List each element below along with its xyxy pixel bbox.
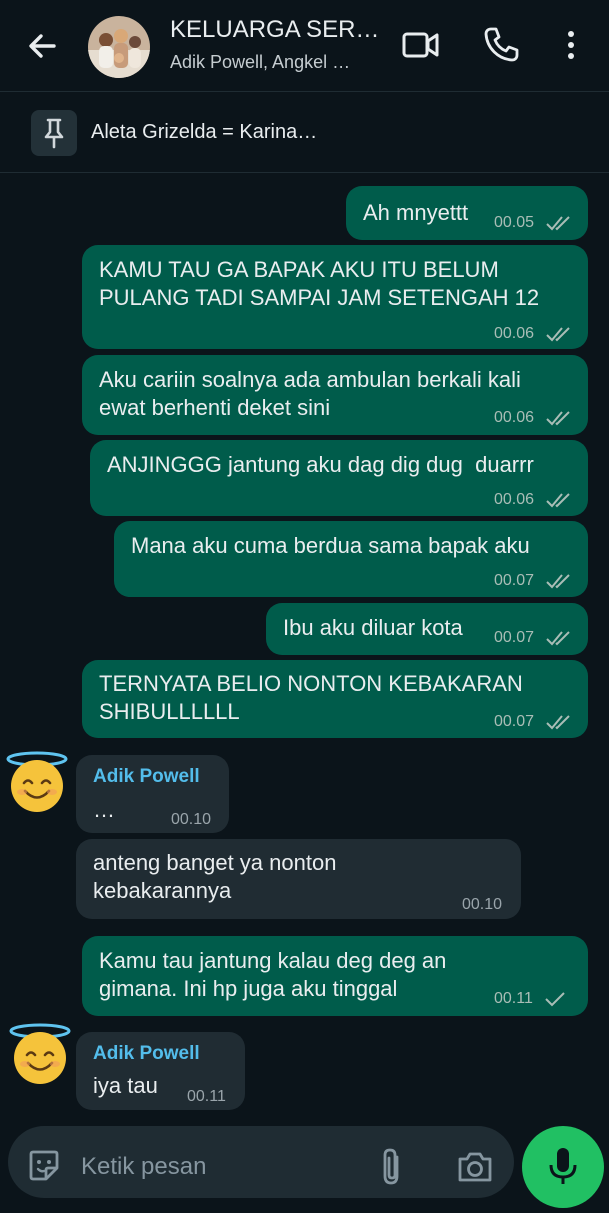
message-text-line: kebakarannya	[93, 878, 232, 903]
message-bubble-outgoing[interactable]: ANJINGGG jantung aku dag dig dug duarrr …	[90, 440, 588, 516]
read-ticks-icon	[546, 327, 570, 342]
message-text-line: TERNYATA BELIO NONTON KEBAKARAN	[99, 671, 523, 696]
header-divider	[0, 91, 609, 92]
smiling-angel-face-icon[interactable]	[8, 1022, 72, 1086]
read-ticks-icon	[546, 216, 570, 231]
message-bubble-outgoing[interactable]: Kamu tau jantung kalau deg deg an gimana…	[82, 936, 588, 1016]
message-text-line: ewat berhenti deket sini	[99, 395, 331, 420]
sender-name[interactable]: Adik Powell	[93, 1043, 200, 1065]
message-time: 00.06	[494, 491, 535, 508]
mic-button[interactable]	[522, 1126, 604, 1208]
message-text: Ah mnyettt	[363, 200, 469, 225]
message-text-line: Kamu tau jantung kalau deg deg an	[99, 948, 447, 973]
message-text: ANJINGGG jantung aku dag dig dug duarrr	[107, 452, 534, 477]
message-text: …	[93, 797, 115, 822]
message-bubble-outgoing[interactable]: Aku cariin soalnya ada ambulan berkali k…	[82, 355, 588, 435]
message-text: Mana aku cuma berdua sama bapak aku	[131, 533, 530, 558]
message-time: 00.07	[494, 572, 535, 589]
message-time: 00.07	[494, 629, 535, 646]
sender-name[interactable]: Adik Powell	[93, 766, 200, 788]
message-bubble-outgoing[interactable]: KAMU TAU GA BAPAK AKU ITU BELUM PULANG T…	[82, 245, 588, 349]
message-text: iya tau	[93, 1073, 158, 1098]
message-input[interactable]: Ketik pesan	[81, 1153, 206, 1181]
phone-icon[interactable]	[479, 23, 523, 67]
mic-icon	[549, 1148, 577, 1184]
read-ticks-icon	[546, 631, 570, 646]
message-bubble-incoming[interactable]: anteng banget ya nonton kebakarannya 00.…	[76, 839, 521, 919]
more-vert-icon[interactable]	[549, 23, 593, 67]
message-time: 00.06	[494, 325, 535, 342]
message-text-line: gimana. Ini hp juga aku tinggal	[99, 976, 398, 1001]
smiling-angel-face-icon[interactable]	[5, 750, 69, 814]
message-bubble-incoming[interactable]: Adik Powell iya tau 00.11	[76, 1032, 245, 1110]
message-bubble-outgoing[interactable]: TERNYATA BELIO NONTON KEBAKARAN SHIBULLL…	[82, 660, 588, 738]
chat-title[interactable]: KELUARGA SER…	[170, 16, 379, 44]
message-text-line: anteng banget ya nonton	[93, 850, 337, 875]
message-time: 00.10	[462, 896, 503, 913]
message-text-line: Aku cariin soalnya ada ambulan berkali k…	[99, 367, 521, 392]
message-time: 00.07	[494, 713, 535, 730]
sent-tick-icon	[545, 992, 565, 1007]
camera-icon[interactable]	[454, 1146, 496, 1188]
message-bubble-outgoing[interactable]: Mana aku cuma berdua sama bapak aku 00.0…	[114, 521, 588, 597]
video-call-icon[interactable]	[399, 23, 443, 67]
message-bubble-outgoing[interactable]: Ah mnyettt 00.05	[346, 186, 588, 240]
back-arrow-icon[interactable]	[22, 26, 62, 66]
message-time: 00.06	[494, 409, 535, 426]
message-text: Ibu aku diluar kota	[283, 615, 463, 640]
read-ticks-icon	[546, 493, 570, 508]
message-text-line: KAMU TAU GA BAPAK AKU ITU BELUM	[99, 257, 499, 282]
read-ticks-icon	[546, 411, 570, 426]
read-ticks-icon	[546, 574, 570, 589]
chat-members[interactable]: Adik Powell, Angkel …	[170, 52, 350, 73]
read-ticks-icon	[546, 715, 570, 730]
pinned-message-text[interactable]: Aleta Grizelda = Karina…	[91, 121, 317, 144]
message-time: 00.11	[494, 990, 533, 1007]
pin-icon	[31, 110, 77, 156]
message-bubble-incoming[interactable]: Adik Powell … 00.10	[76, 755, 229, 833]
message-time: 00.05	[494, 214, 535, 231]
group-avatar[interactable]	[88, 16, 150, 78]
message-text-line: PULANG TADI SAMPAI JAM SETENGAH 12	[99, 285, 540, 310]
message-text-line: SHIBULLLLLL	[99, 699, 240, 724]
message-bubble-outgoing[interactable]: Ibu aku diluar kota 00.07	[266, 603, 588, 655]
sticker-icon[interactable]	[24, 1146, 64, 1186]
message-time: 00.10	[171, 811, 212, 828]
attach-icon[interactable]	[372, 1145, 412, 1189]
message-time: 00.11	[187, 1088, 226, 1105]
